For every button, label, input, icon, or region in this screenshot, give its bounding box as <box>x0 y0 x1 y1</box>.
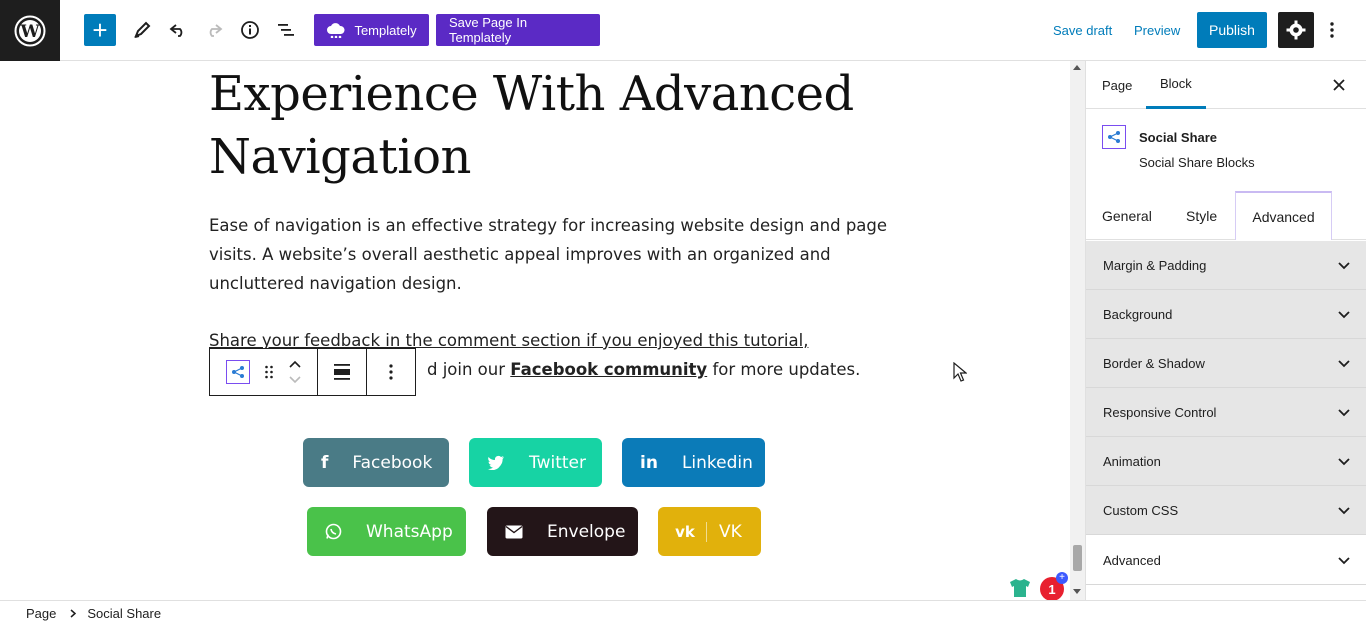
chevron-right-icon <box>70 608 77 618</box>
editor-canvas[interactable]: Experience With Advanced Navigation Ease… <box>0 61 1070 600</box>
panel-advanced[interactable]: Advanced <box>1086 536 1366 585</box>
scroll-up-arrow-icon[interactable] <box>1073 65 1081 70</box>
panel-tabs: General Style Advanced <box>1086 191 1366 240</box>
share-button-twitter[interactable]: Twitter <box>469 438 602 487</box>
settings-gear-icon[interactable] <box>1278 12 1314 48</box>
social-share-block-icon[interactable] <box>225 360 250 384</box>
breadcrumb-social-share[interactable]: Social Share <box>87 606 161 621</box>
scroll-down-arrow-icon[interactable] <box>1073 589 1081 594</box>
block-toolbar <box>209 348 416 396</box>
move-up-down-icon[interactable] <box>288 359 302 385</box>
feedback-post: for more updates. <box>712 360 861 379</box>
redo-icon[interactable] <box>198 14 230 46</box>
share-label: Facebook <box>352 452 433 473</box>
chevron-down-icon <box>1338 307 1350 322</box>
top-toolbar: W + Templately Save Page In Templately S… <box>0 0 1366 61</box>
breadcrumb-page[interactable]: Page <box>26 606 56 621</box>
notification-count: 1 <box>1048 581 1056 597</box>
chevron-down-icon <box>1338 553 1350 568</box>
tab-block[interactable]: Block <box>1146 61 1206 109</box>
panel-title: Margin & Padding <box>1103 257 1207 273</box>
share-button-whatsapp[interactable]: WhatsApp <box>307 507 466 556</box>
preview-button[interactable]: Preview <box>1134 14 1180 46</box>
panel-animation[interactable]: Animation <box>1086 437 1366 486</box>
tab-general[interactable]: General <box>1102 191 1152 240</box>
panel-responsive-control[interactable]: Responsive Control <box>1086 388 1366 437</box>
templately-label: Templately <box>354 22 417 38</box>
title-line-1: Experience With Advanced <box>209 66 854 122</box>
panel-title: Background <box>1103 306 1173 322</box>
envelope-icon <box>505 525 523 539</box>
panel-title: Animation <box>1103 453 1161 469</box>
svg-text:W: W <box>19 22 40 42</box>
share-button-envelope[interactable]: Envelope <box>487 507 638 556</box>
chevron-down-icon <box>1338 258 1350 273</box>
more-options-icon[interactable] <box>1316 14 1348 46</box>
save-page-in-templately-button[interactable]: Save Page In Templately <box>436 14 600 46</box>
block-toolbar-group <box>210 349 318 395</box>
settings-sidebar: Page Block Social Share Social Share Blo… <box>1085 61 1366 600</box>
save-draft-button[interactable]: Save draft <box>1053 14 1112 46</box>
panel-title: Responsive Control <box>1103 404 1217 420</box>
sidebar-tabs: Page Block <box>1086 61 1366 109</box>
wordpress-logo-icon[interactable]: W <box>0 0 60 61</box>
templately-button[interactable]: Templately <box>314 14 429 46</box>
chevron-down-icon <box>1338 503 1350 518</box>
panel-margin-padding[interactable]: Margin & Padding <box>1086 241 1366 290</box>
panel-border-shadow[interactable]: Border & Shadow <box>1086 339 1366 388</box>
plus-badge-icon[interactable]: + <box>1056 572 1068 584</box>
block-card-title: Social Share <box>1139 130 1218 145</box>
templately-cloud-icon <box>326 22 346 38</box>
mouse-cursor-icon <box>953 361 968 387</box>
tab-page[interactable]: Page <box>1102 61 1132 109</box>
share-label: Envelope <box>547 521 626 542</box>
panel-background[interactable]: Background <box>1086 290 1366 339</box>
page-title[interactable]: Experience With Advanced Navigation <box>209 63 969 189</box>
panel-title: Advanced <box>1103 552 1161 568</box>
linkedin-icon: in <box>640 452 658 473</box>
twitter-icon <box>487 455 505 470</box>
share-button-facebook[interactable]: f Facebook <box>303 438 449 487</box>
edit-pencil-icon[interactable] <box>126 14 158 46</box>
share-label: Twitter <box>529 452 586 473</box>
panel-title: Border & Shadow <box>1103 355 1205 371</box>
share-label: VK <box>719 521 742 542</box>
block-options-icon[interactable] <box>367 349 415 395</box>
tshirt-icon[interactable] <box>1009 578 1031 600</box>
publish-button[interactable]: Publish <box>1197 12 1267 48</box>
share-label: WhatsApp <box>366 521 453 542</box>
title-line-2: Navigation <box>209 129 471 185</box>
list-view-icon[interactable] <box>270 14 302 46</box>
block-card-description: Social Share Blocks <box>1139 155 1255 170</box>
undo-icon[interactable] <box>162 14 194 46</box>
block-card: Social Share Social Share Blocks <box>1086 109 1366 191</box>
paragraph-navigation[interactable]: Ease of navigation is an effective strat… <box>209 211 889 298</box>
feedback-pre: d join our <box>427 360 506 379</box>
info-icon[interactable] <box>234 14 266 46</box>
tab-style[interactable]: Style <box>1186 191 1217 240</box>
tab-advanced[interactable]: Advanced <box>1235 191 1332 240</box>
panel-title: Custom CSS <box>1103 502 1179 518</box>
share-label: Linkedin <box>681 452 753 473</box>
panel-custom-css[interactable]: Custom CSS <box>1086 486 1366 535</box>
chevron-down-icon <box>1338 356 1350 371</box>
share-button-linkedin[interactable]: in Linkedin <box>622 438 765 487</box>
breadcrumb: Page Social Share <box>0 600 1366 625</box>
vk-icon: vk <box>675 522 695 541</box>
close-sidebar-icon[interactable] <box>1331 77 1347 93</box>
share-button-vk[interactable]: vk VK <box>658 507 761 556</box>
whatsapp-icon <box>325 523 342 540</box>
facebook-community-link[interactable]: Facebook community <box>510 360 707 379</box>
drag-handle-icon[interactable] <box>264 364 274 380</box>
social-share-block-icon <box>1102 125 1126 149</box>
chevron-down-icon <box>1338 405 1350 420</box>
canvas-scrollbar[interactable] <box>1070 61 1085 600</box>
chevron-down-icon <box>1338 454 1350 469</box>
align-icon[interactable] <box>318 349 367 395</box>
scroll-thumb[interactable] <box>1073 545 1082 571</box>
facebook-icon: f <box>321 452 329 473</box>
add-block-button[interactable]: + <box>84 14 116 46</box>
